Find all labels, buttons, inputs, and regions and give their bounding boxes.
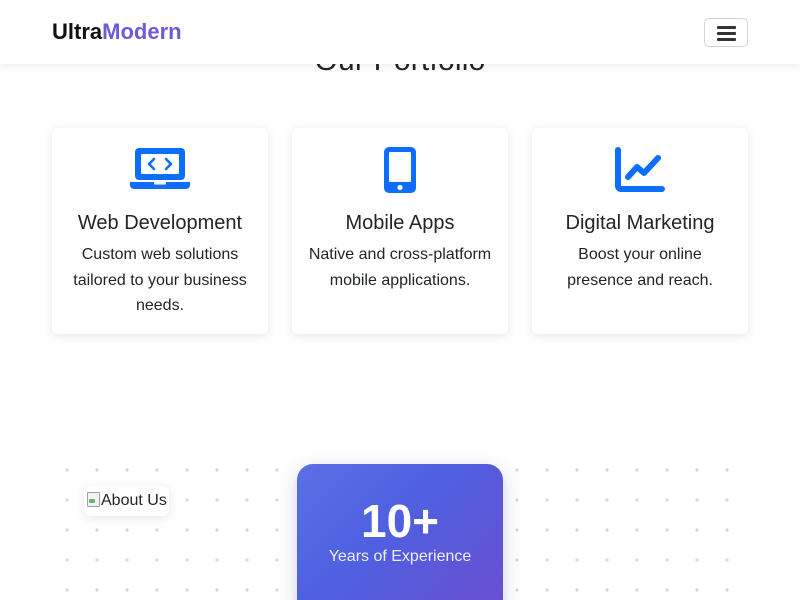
experience-number: 10+ xyxy=(360,495,440,547)
page: Our Portfolio UltraModern Web Developmen… xyxy=(0,0,800,600)
brand-name-part1: Ultra xyxy=(52,19,103,44)
laptop-code-icon xyxy=(52,146,268,196)
service-title: Digital Marketing xyxy=(565,212,715,234)
service-title: Mobile Apps xyxy=(345,212,455,234)
brand-name-part2: Modern xyxy=(102,19,182,44)
navbar: UltraModern xyxy=(0,0,800,64)
service-card-digital-marketing: Digital Marketing Boost your online pres… xyxy=(532,128,748,334)
experience-label: Years of Experience xyxy=(328,548,472,565)
about-us-image: About Us xyxy=(84,486,169,516)
hamburger-menu-icon xyxy=(717,26,736,29)
service-card-web-development: Web Development Custom web solutions tai… xyxy=(52,128,268,334)
chart-line-icon xyxy=(532,146,748,196)
mobile-phone-icon xyxy=(292,146,508,196)
service-description: Custom web solutions tailored to your bu… xyxy=(73,246,247,314)
service-description: Native and cross-platform mobile applica… xyxy=(308,246,492,289)
hamburger-menu-icon-bar xyxy=(717,38,736,41)
about-us-image-alt-text: About Us xyxy=(101,492,167,509)
service-description: Boost your online presence and reach. xyxy=(567,246,713,289)
brand-logo-link[interactable]: UltraModern xyxy=(52,18,182,46)
experience-card: 10+ Years of Experience xyxy=(297,464,503,600)
hamburger-menu-icon-bar xyxy=(717,32,736,35)
navbar-toggle-button[interactable] xyxy=(704,18,748,47)
service-card-mobile-apps: Mobile Apps Native and cross-platform mo… xyxy=(292,128,508,334)
service-title: Web Development xyxy=(77,212,243,234)
broken-image-icon xyxy=(86,492,100,508)
